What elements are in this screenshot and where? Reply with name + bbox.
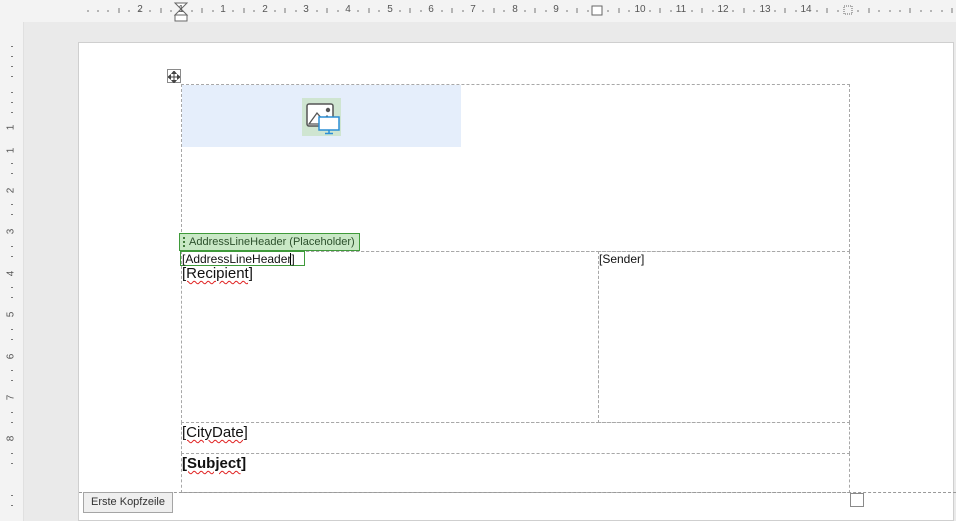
ruler-tick (11, 246, 13, 247)
ruler-label: 2 (262, 4, 268, 15)
ruler-label: 6 (428, 4, 434, 15)
ruler-tick (11, 256, 13, 257)
ruler-label: 1 (178, 4, 184, 15)
city-date-field[interactable]: [CityDate] (182, 424, 248, 441)
ruler-tick (11, 329, 13, 330)
move-arrows-icon[interactable] (167, 69, 181, 84)
ruler-label: 9 (553, 4, 559, 15)
content-control-title[interactable]: AddressLineHeader (Placeholder) (179, 233, 360, 251)
ruler-tick (11, 495, 13, 496)
resize-handle-icon[interactable] (850, 493, 864, 507)
ruler-tick (11, 163, 13, 164)
table-cell-citydate[interactable] (181, 422, 850, 454)
table-column-marker (591, 5, 603, 16)
right-margin-marker (843, 5, 853, 15)
ruler-tick (11, 422, 13, 423)
ruler-label: 8 (512, 4, 518, 15)
ruler-tick (11, 92, 13, 93)
header-label[interactable]: Erste Kopfzeile (83, 492, 173, 513)
ruler-label: 4 (345, 4, 351, 15)
ruler-label: 5 (387, 4, 393, 15)
ruler-tick (11, 505, 13, 506)
ruler-label: 3 (5, 228, 17, 235)
picture-on-monitor-icon[interactable] (302, 98, 341, 136)
ruler-tick (11, 412, 13, 413)
subject-field[interactable]: [Subject] (182, 455, 246, 472)
ruler-label: 3 (303, 4, 309, 15)
ruler-tick (11, 46, 13, 47)
ruler-tick (11, 112, 13, 113)
ruler-label: 2 (5, 187, 17, 194)
ruler-label: 7 (470, 4, 476, 15)
ruler-tick (11, 287, 13, 288)
address-line-header-text[interactable]: [AddressLineHeader] (182, 252, 295, 266)
table-cell-subject[interactable] (181, 453, 850, 493)
ruler-label: 1 (220, 4, 226, 15)
ruler-tick (11, 463, 13, 464)
ruler-ticks (87, 2, 953, 22)
content-control-title-text: AddressLineHeader (Placeholder) (189, 236, 355, 248)
ruler-label: 14 (800, 4, 812, 15)
ruler-tick (11, 370, 13, 371)
vertical-ruler[interactable]: 1 1 2 3 4 5 6 7 8 (0, 22, 24, 521)
ruler-label: 1 (5, 124, 17, 131)
ruler-tick (11, 66, 13, 67)
ruler-label: 7 (5, 394, 17, 401)
ruler-label: 6 (5, 353, 17, 360)
ruler-label: 8 (5, 435, 17, 442)
text-cursor (290, 253, 291, 265)
ruler-label: 11 (675, 4, 687, 15)
ruler-tick (11, 204, 13, 205)
ruler-tick (11, 76, 13, 77)
ruler-tick (11, 56, 13, 57)
ruler-label: 2 (137, 4, 143, 15)
recipient-field[interactable]: [Recipient] (182, 265, 253, 282)
ruler-tick (11, 297, 13, 298)
ruler-label: 12 (717, 4, 729, 15)
ruler-label: 10 (634, 4, 646, 15)
left-indent-marker (174, 14, 188, 22)
horizontal-ruler[interactable]: 1 1 2 3 4 5 6 7 8 9 10 11 12 13 14 2 (0, 0, 956, 22)
ruler-label: 1 (5, 147, 17, 154)
ruler-label: 5 (5, 311, 17, 318)
grip-icon[interactable] (183, 237, 185, 247)
ruler-tick (11, 339, 13, 340)
table-cell-sender[interactable] (598, 251, 850, 423)
ruler-tick (11, 173, 13, 174)
ruler-label: 4 (5, 270, 17, 277)
ruler-tick (11, 214, 13, 215)
ruler-tick (11, 380, 13, 381)
ruler-label: 13 (759, 4, 771, 15)
ruler-tick (11, 453, 13, 454)
header-boundary (79, 492, 956, 493)
ruler-tick (11, 102, 13, 103)
sender-field[interactable]: [Sender] (599, 252, 644, 266)
word-document-window: 1 1 2 3 4 5 6 7 8 9 10 11 12 13 14 2 1 1… (0, 0, 956, 521)
